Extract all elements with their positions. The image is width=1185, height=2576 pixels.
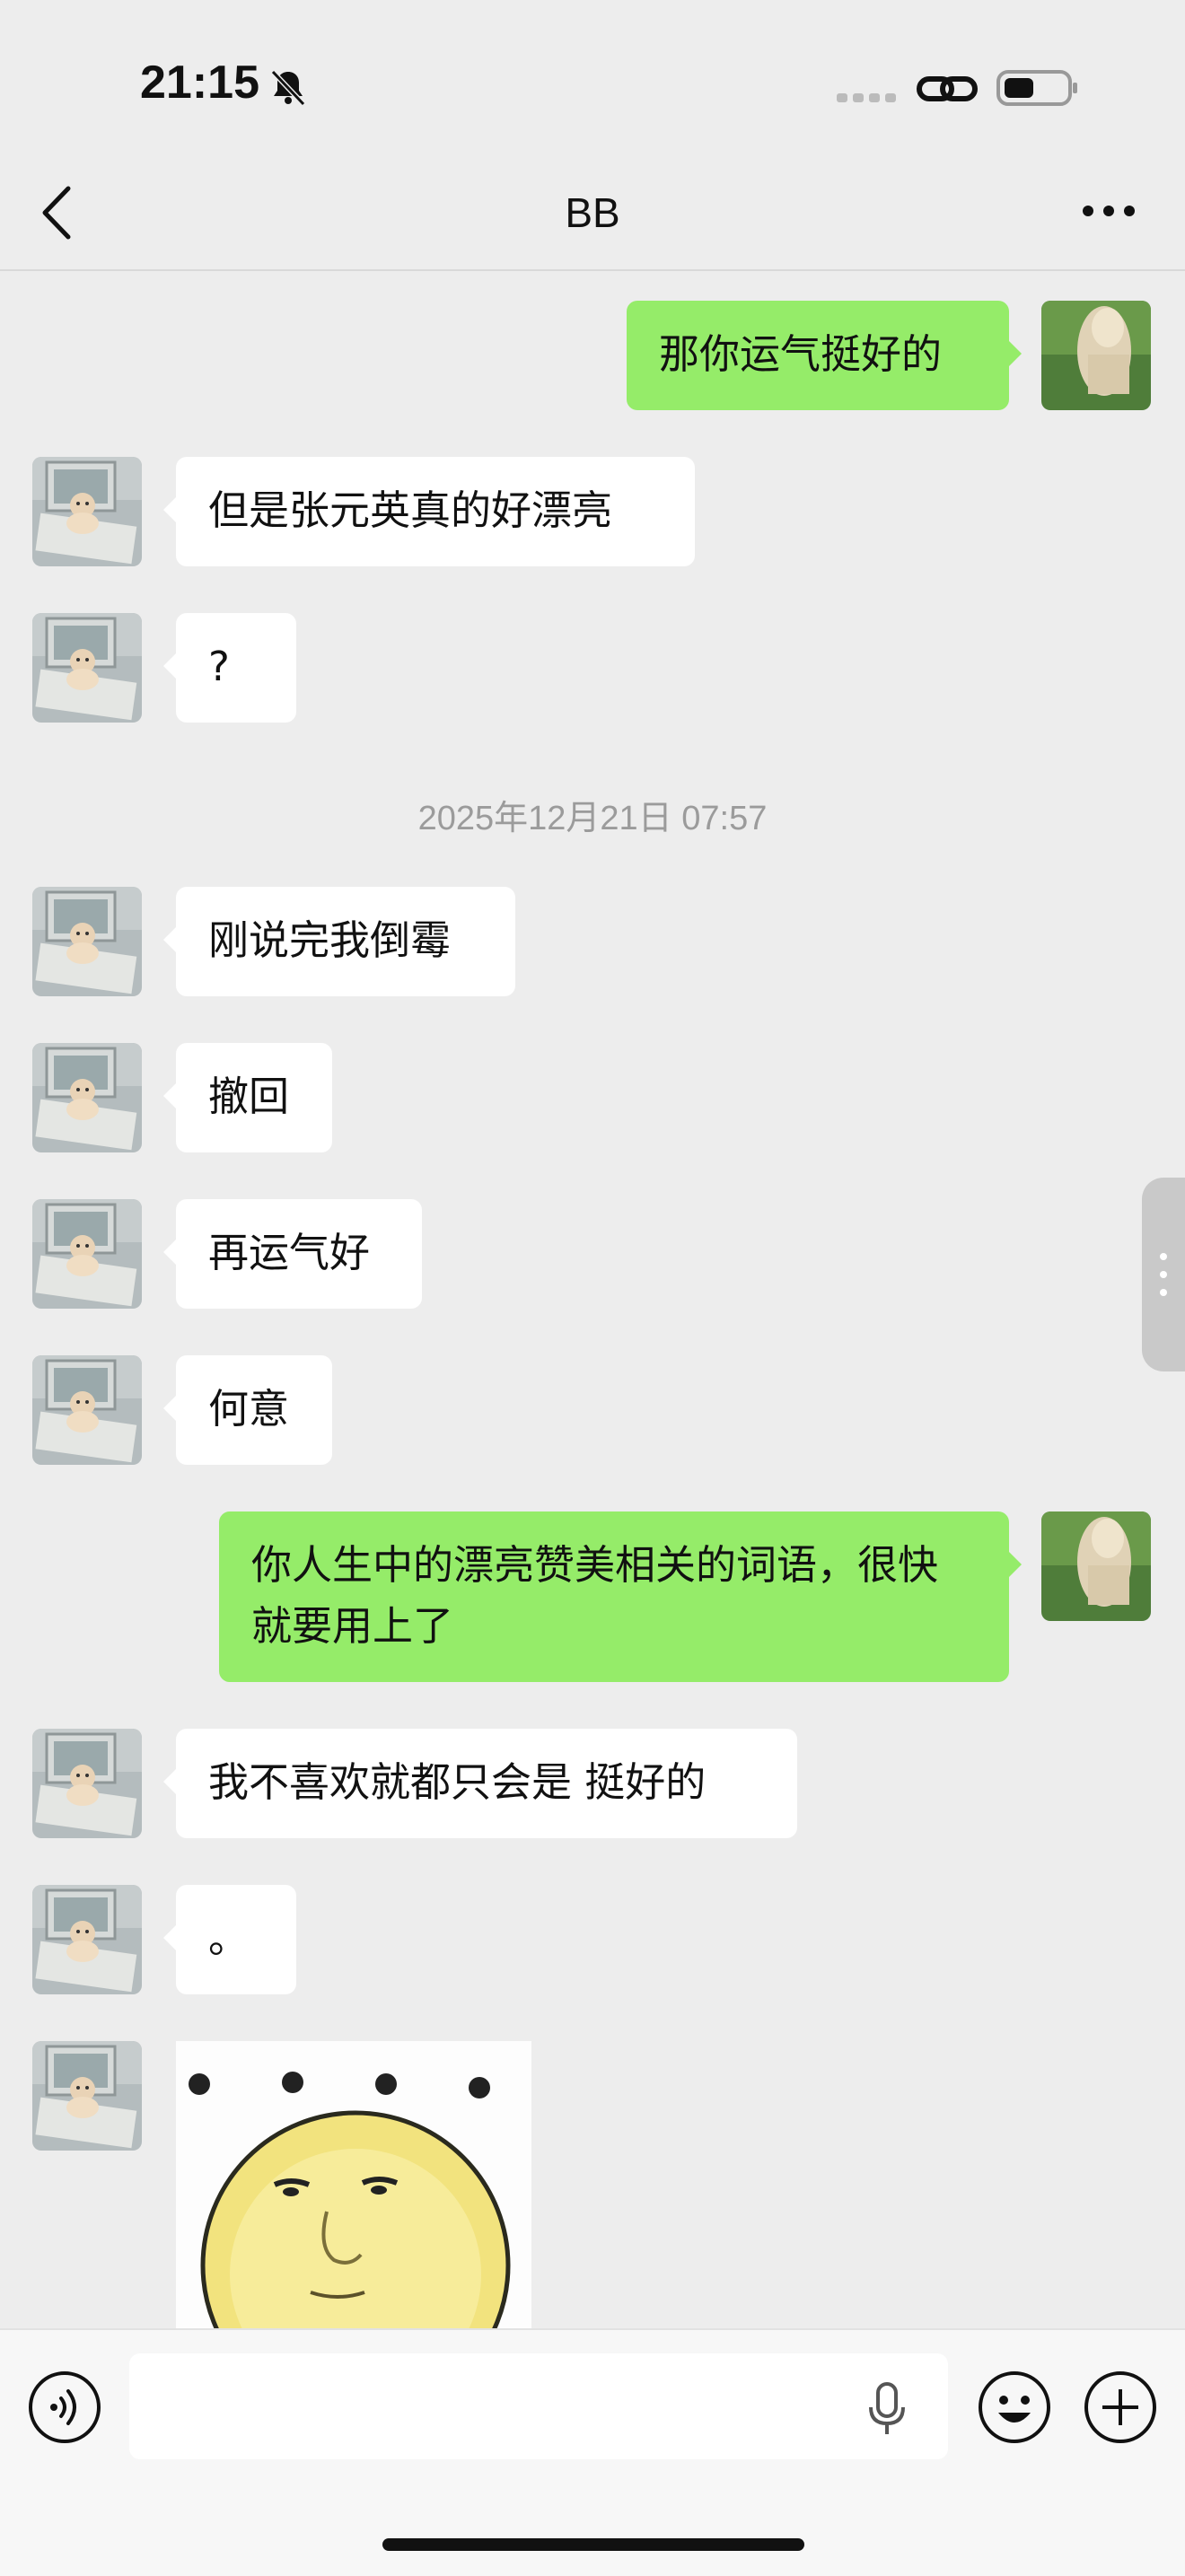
- mic-icon[interactable]: [867, 2382, 907, 2436]
- contact-avatar[interactable]: [32, 1355, 142, 1465]
- chat-header: BB: [0, 162, 1185, 271]
- my-avatar[interactable]: [1041, 1511, 1151, 1621]
- message-bubble-in[interactable]: 再运气好: [163, 1199, 422, 1309]
- bell-slash-icon: [270, 69, 306, 107]
- home-indicator[interactable]: [382, 2538, 804, 2551]
- message-bubble-in[interactable]: ?: [163, 613, 296, 723]
- contact-avatar[interactable]: [32, 457, 142, 566]
- side-scroll-handle[interactable]: [1142, 1178, 1185, 1371]
- emoji-icon[interactable]: [977, 2370, 1052, 2445]
- voice-icon[interactable]: [27, 2370, 102, 2445]
- message-bubble-in[interactable]: 但是张元英真的好漂亮: [163, 457, 695, 566]
- my-avatar[interactable]: [1041, 301, 1151, 410]
- contact-avatar[interactable]: [32, 887, 142, 996]
- message-bubble-in[interactable]: 何意: [163, 1355, 332, 1465]
- signal-icon: [837, 93, 896, 102]
- drag-handle-icon: [1160, 1253, 1167, 1296]
- message-bubble-out[interactable]: 那你运气挺好的: [627, 301, 1022, 410]
- contact-avatar[interactable]: [32, 613, 142, 723]
- more-icon[interactable]: [1077, 197, 1140, 224]
- page-title: BB: [565, 189, 620, 236]
- message-bubble-in[interactable]: 我不喜欢就都只会是 挺好的: [163, 1729, 797, 1838]
- contact-avatar[interactable]: [32, 1729, 142, 1838]
- message-bubble-in[interactable]: 撤回: [163, 1043, 332, 1152]
- message-bubble-out[interactable]: 你人生中的漂亮赞美相关的词语，很快就要用上了: [219, 1511, 1022, 1682]
- contact-avatar[interactable]: [32, 1043, 142, 1152]
- plus-icon[interactable]: [1083, 2370, 1158, 2445]
- message-bubble-in[interactable]: 刚说完我倒霉: [163, 887, 515, 996]
- battery-icon: [996, 70, 1077, 106]
- contact-avatar[interactable]: [32, 1885, 142, 1994]
- contact-avatar[interactable]: [32, 1199, 142, 1309]
- message-bubble-in[interactable]: 。: [163, 1885, 296, 1994]
- message-timestamp: 2025年12月21日 07:57: [417, 800, 768, 837]
- message-list[interactable]: 那你运气挺好的 但是张元英真的好漂亮 ? 2025年12月21日 07:57 刚…: [0, 271, 1185, 2328]
- link-icon: [917, 76, 978, 101]
- status-bar: 21:15: [0, 0, 1185, 162]
- contact-avatar[interactable]: [32, 2041, 142, 2151]
- message-input[interactable]: [129, 2353, 948, 2459]
- sticker-image[interactable]: [176, 2041, 531, 2328]
- status-time: 21:15: [140, 57, 259, 109]
